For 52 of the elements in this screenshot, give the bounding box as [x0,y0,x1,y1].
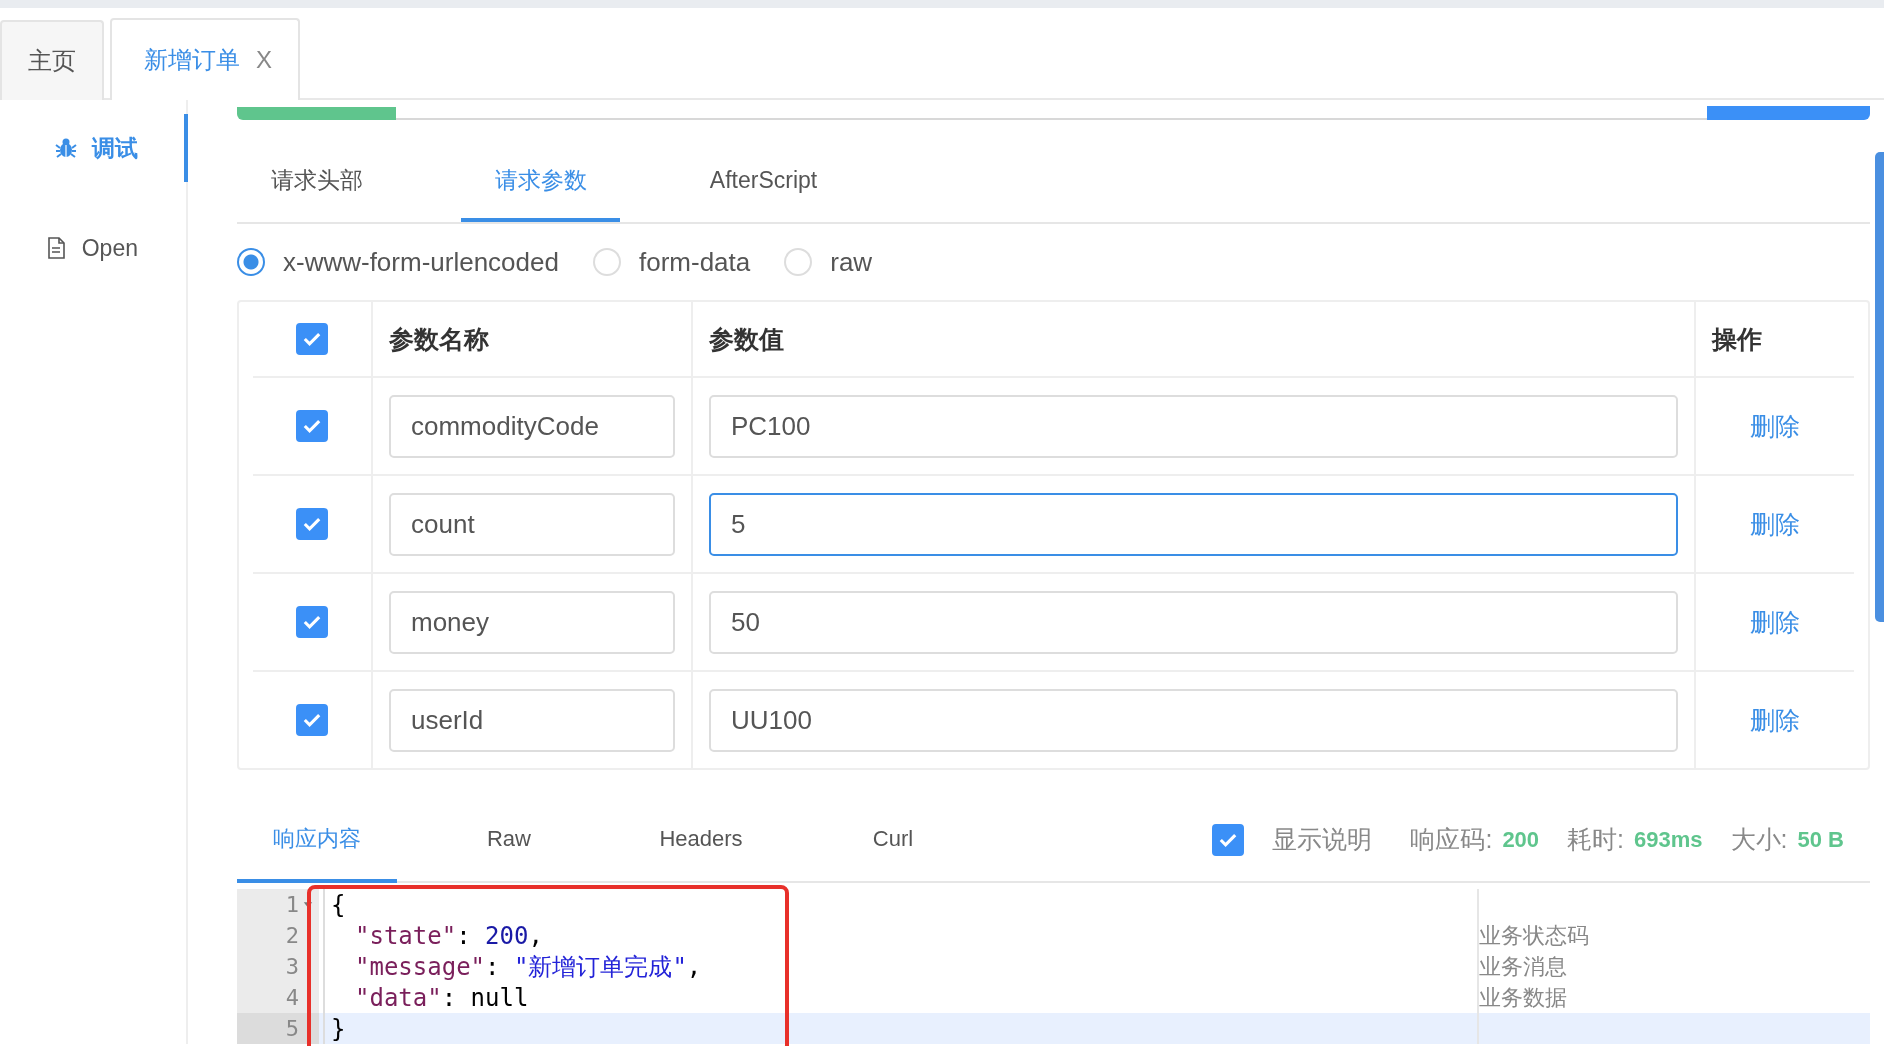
radio-label[interactable]: x-www-form-urlencoded [283,246,559,278]
input-field[interactable]: 5 [709,492,1678,556]
stat-label: 耗时: [1567,824,1625,856]
checkbox-label[interactable]: 显示说明 [1272,823,1373,857]
radio-button[interactable] [237,248,265,277]
input-field[interactable]: PC100 [709,394,1678,458]
input-field[interactable]: 50 [709,590,1678,654]
code-line: "data": null [354,983,529,1012]
line-number: 1 [285,892,299,917]
code-line: { [330,890,346,919]
note-text: 业务消息 [1479,952,1567,981]
column-header: 参数值 [709,323,784,355]
code-line: "message": "新增订单完成", [354,951,702,983]
column-header: 参数名称 [389,323,489,355]
sidebar-item[interactable]: Open [0,214,188,282]
tab[interactable]: Headers [621,798,781,883]
scrollbar[interactable] [1875,152,1884,622]
tab[interactable]: Raw [429,798,589,883]
line-number: 2 [285,923,299,948]
input-field[interactable]: money [389,590,675,654]
stat-label: 响应码: [1410,824,1493,856]
bug-icon [54,136,78,160]
input-field[interactable]: UU100 [709,688,1678,752]
stat-value: 200 [1502,826,1540,853]
tab[interactable]: AfterScript [684,142,843,222]
tab[interactable]: Curl [813,798,973,883]
tab[interactable]: 请求头部 [237,142,397,222]
radio-label[interactable]: form-data [638,246,751,278]
note-text: 业务数据 [1479,983,1567,1012]
input-field[interactable]: userId [389,688,675,752]
tab[interactable]: 主页 [0,20,104,100]
input-field[interactable]: commodityCode [389,394,675,458]
checkbox[interactable] [296,704,328,737]
checkbox[interactable] [296,323,328,356]
stat-value: 50 B [1797,826,1844,853]
line-number: 3 [285,954,299,979]
column-header: 操作 [1712,323,1762,355]
stat-value: 693ms [1634,826,1703,853]
checkbox[interactable] [296,606,328,639]
line-number: 4 [285,985,299,1010]
code-line: "state": 200, [354,921,543,950]
input-field[interactable]: count [389,492,675,556]
stat-label: 大小: [1730,824,1788,856]
note-text: 业务状态码 [1479,921,1589,950]
close-button[interactable]: X [256,46,272,74]
line-number: 5 [285,1016,299,1041]
code-line: } [330,1014,346,1043]
checkbox[interactable] [296,508,328,541]
tab[interactable]: 新增订单 X [110,18,300,100]
radio-label[interactable]: raw [830,246,873,278]
checkbox[interactable] [1212,823,1245,856]
checkbox[interactable] [296,410,328,443]
